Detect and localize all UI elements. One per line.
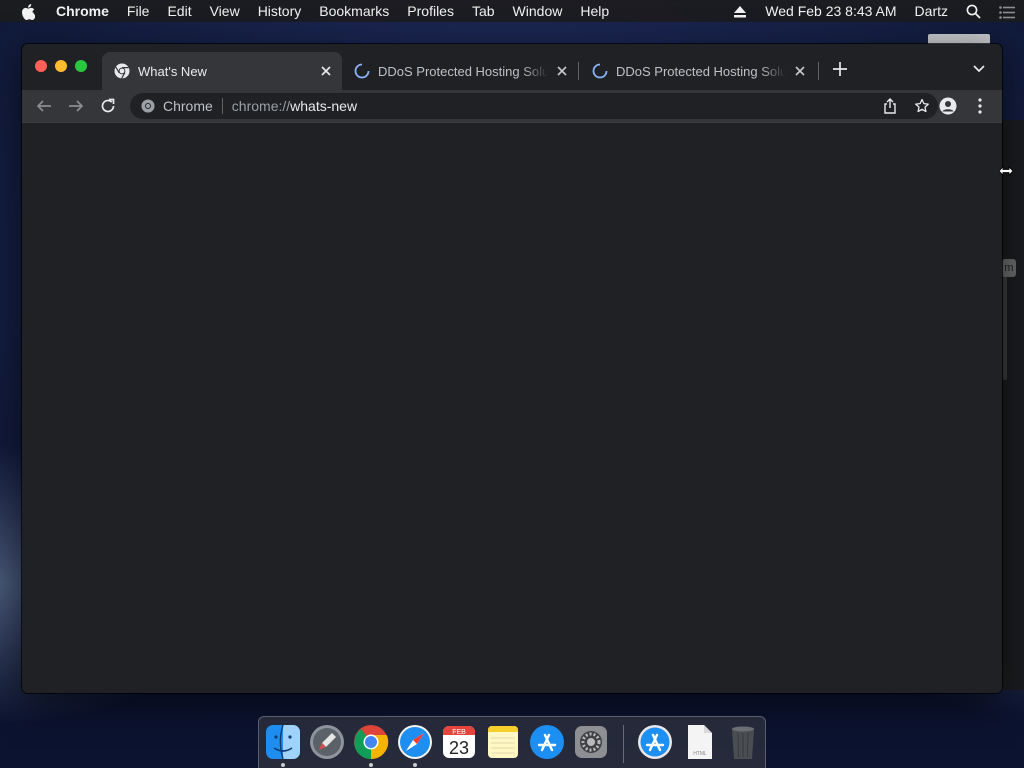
calendar-day-label: 23 — [449, 738, 469, 758]
calendar-month-label: FEB — [452, 729, 466, 736]
reload-button[interactable] — [98, 96, 118, 116]
tab-title: DDoS Protected Hosting Solutions — [378, 63, 548, 79]
tab-strip: What's New DDoS Protected Hosting Soluti… — [22, 44, 1002, 90]
profile-avatar-icon — [939, 97, 957, 115]
dock-separator — [623, 725, 624, 763]
forward-button[interactable] — [66, 96, 86, 116]
chevron-down-icon — [973, 65, 985, 73]
chrome-icon — [141, 99, 155, 113]
close-tab-icon[interactable] — [318, 63, 334, 79]
menu-profiles[interactable]: Profiles — [398, 3, 463, 19]
close-window-button[interactable] — [35, 60, 47, 72]
apple-menu-icon[interactable] — [0, 2, 56, 20]
chrome-menu-button[interactable] — [970, 96, 990, 116]
background-window-scrollbar[interactable] — [1003, 260, 1007, 380]
zoom-window-button[interactable] — [75, 60, 87, 72]
menu-help[interactable]: Help — [571, 3, 618, 19]
menu-history[interactable]: History — [249, 3, 311, 19]
kebab-menu-icon — [978, 98, 982, 114]
menubar-user[interactable]: Dartz — [906, 3, 957, 19]
arrow-right-icon — [69, 100, 84, 112]
notification-center-icon[interactable] — [990, 3, 1024, 19]
tab-separator — [578, 62, 579, 80]
loading-spinner-icon — [354, 63, 370, 79]
notes-icon[interactable] — [484, 723, 522, 761]
omnibox-actions — [880, 93, 938, 119]
chrome-icon[interactable] — [352, 723, 390, 761]
tab-ddos-1[interactable]: DDoS Protected Hosting Solutions — [342, 52, 578, 90]
chrome-window: What's New DDoS Protected Hosting Soluti… — [22, 44, 1002, 693]
new-tab-button[interactable] — [830, 60, 850, 80]
safari-icon[interactable] — [396, 723, 434, 761]
chrome-icon — [114, 63, 130, 79]
back-button[interactable] — [34, 96, 54, 116]
reload-icon — [101, 98, 115, 113]
window-controls — [35, 60, 87, 72]
html-file-label: HTML — [693, 751, 707, 757]
launchpad-icon[interactable] — [308, 723, 346, 761]
loading-spinner-icon — [592, 63, 608, 79]
dock: FEB 23 HTML — [258, 716, 766, 768]
app-store-download-icon[interactable] — [636, 723, 674, 761]
menubar-clock[interactable]: Wed Feb 23 8:43 AM — [756, 3, 905, 19]
tab-search-button[interactable] — [972, 61, 988, 77]
tab-ddos-2[interactable]: DDoS Protected Hosting Solutions — [580, 52, 816, 90]
page-content[interactable] — [22, 123, 1002, 693]
running-indicator — [413, 763, 417, 767]
browser-toolbar: Chrome chrome://whats-new — [22, 90, 1002, 122]
close-tab-icon[interactable] — [554, 63, 570, 79]
spotlight-search-icon[interactable] — [957, 3, 990, 20]
menu-bookmarks[interactable]: Bookmarks — [310, 3, 398, 19]
menu-view[interactable]: View — [201, 3, 249, 19]
resize-cursor-icon — [998, 166, 1014, 176]
address-bar[interactable]: Chrome chrome://whats-new — [130, 93, 938, 119]
menu-edit[interactable]: Edit — [158, 3, 200, 19]
share-button[interactable] — [880, 96, 900, 116]
menu-app-name[interactable]: Chrome — [56, 3, 118, 19]
url-scheme: chrome:// — [231, 98, 291, 114]
app-store-icon[interactable] — [528, 723, 566, 761]
site-chip-label[interactable]: Chrome — [163, 98, 213, 114]
system-preferences-icon[interactable] — [572, 723, 610, 761]
bookmark-button[interactable] — [912, 96, 932, 116]
tab-title: What's New — [138, 63, 207, 79]
menu-bar: Chrome File Edit View History Bookmarks … — [0, 0, 1024, 22]
running-indicator — [281, 763, 285, 767]
minimize-window-button[interactable] — [55, 60, 67, 72]
desktop-drive-icon[interactable] — [928, 34, 990, 44]
menu-tab[interactable]: Tab — [463, 3, 504, 19]
plus-icon — [833, 62, 847, 76]
finder-icon[interactable] — [264, 723, 302, 761]
html-file-icon[interactable]: HTML — [680, 723, 718, 761]
menu-file[interactable]: File — [118, 3, 159, 19]
url-host: whats-new — [290, 98, 358, 114]
trash-icon[interactable] — [724, 723, 762, 761]
omnibox-divider — [221, 98, 223, 114]
eject-icon[interactable] — [724, 3, 756, 19]
menu-window[interactable]: Window — [504, 3, 572, 19]
share-icon — [884, 98, 896, 114]
running-indicator — [369, 763, 373, 767]
background-window-tag: m — [1002, 259, 1016, 277]
profile-button[interactable] — [938, 96, 958, 116]
background-window[interactable] — [1002, 120, 1024, 690]
tab-title: DDoS Protected Hosting Solutions — [616, 63, 786, 79]
star-icon — [915, 98, 929, 113]
tab-whats-new[interactable]: What's New — [102, 52, 342, 90]
tab-separator — [818, 62, 819, 80]
arrow-left-icon — [36, 100, 51, 112]
calendar-icon[interactable]: FEB 23 — [440, 723, 478, 761]
close-tab-icon[interactable] — [792, 63, 808, 79]
